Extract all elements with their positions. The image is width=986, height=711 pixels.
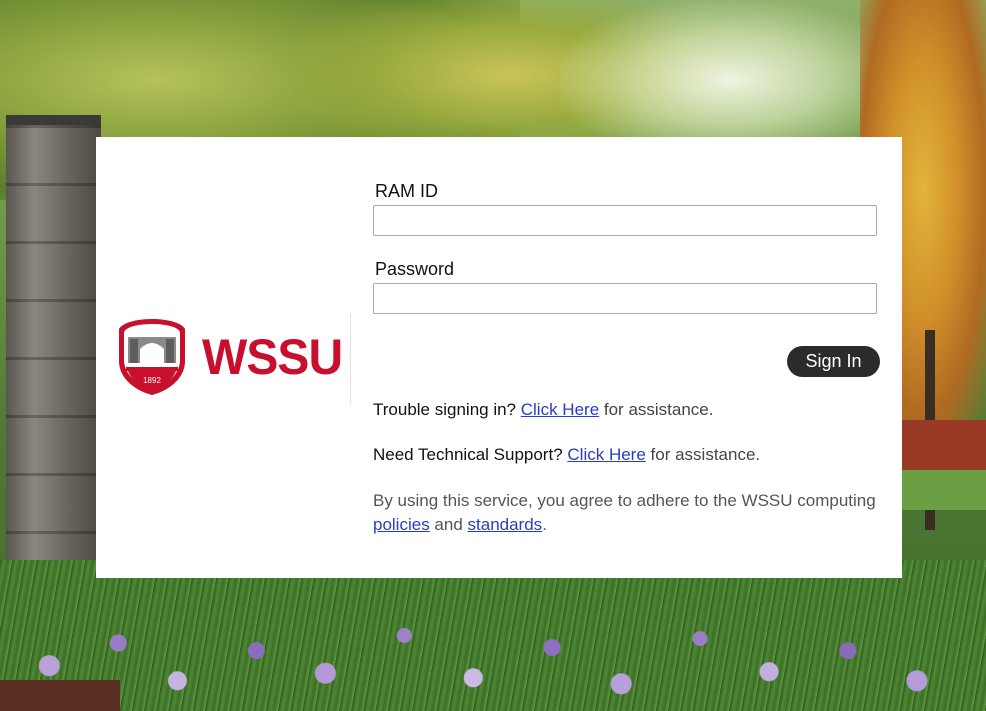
background-flowers — [0, 560, 986, 711]
background-mulch — [0, 680, 120, 711]
sign-in-button[interactable]: Sign In — [787, 346, 880, 377]
terms-notice: By using this service, you agree to adhe… — [373, 489, 883, 537]
ram-id-input[interactable] — [373, 205, 877, 236]
technical-support-line: Need Technical Support? Click Here for a… — [373, 445, 760, 465]
background-lawn — [900, 470, 986, 510]
background-sky — [560, 0, 900, 160]
brand-wordmark: WSSU — [202, 329, 343, 385]
support-tail-text: for assistance. — [645, 445, 761, 464]
terms-text-before: By using this service, you agree to adhe… — [373, 491, 876, 510]
trouble-click-here-link[interactable]: Click Here — [521, 400, 599, 419]
wssu-logo: 1892 WSSU — [116, 317, 343, 397]
password-label: Password — [375, 259, 455, 279]
standards-link[interactable]: standards — [468, 515, 543, 534]
login-page: 1892 WSSU RAM ID Password Sign In Troubl… — [0, 0, 986, 711]
trouble-signing-in-line: Trouble signing in? Click Here for assis… — [373, 400, 713, 420]
password-input[interactable] — [373, 283, 877, 314]
support-lead-text: Need Technical Support? — [373, 445, 563, 464]
terms-text-after: . — [542, 515, 547, 534]
support-click-here-link[interactable]: Click Here — [567, 445, 645, 464]
trouble-lead-text: Trouble signing in? — [373, 400, 517, 419]
crest-icon: 1892 — [119, 319, 185, 395]
crest-year: 1892 — [143, 376, 161, 385]
terms-text-between: and — [429, 515, 468, 534]
ram-id-label: RAM ID — [375, 181, 438, 201]
login-card: 1892 WSSU RAM ID Password Sign In Troubl… — [96, 137, 902, 578]
policies-link[interactable]: policies — [373, 515, 430, 534]
logo-divider — [350, 315, 352, 403]
trouble-tail-text: for assistance. — [599, 400, 714, 419]
